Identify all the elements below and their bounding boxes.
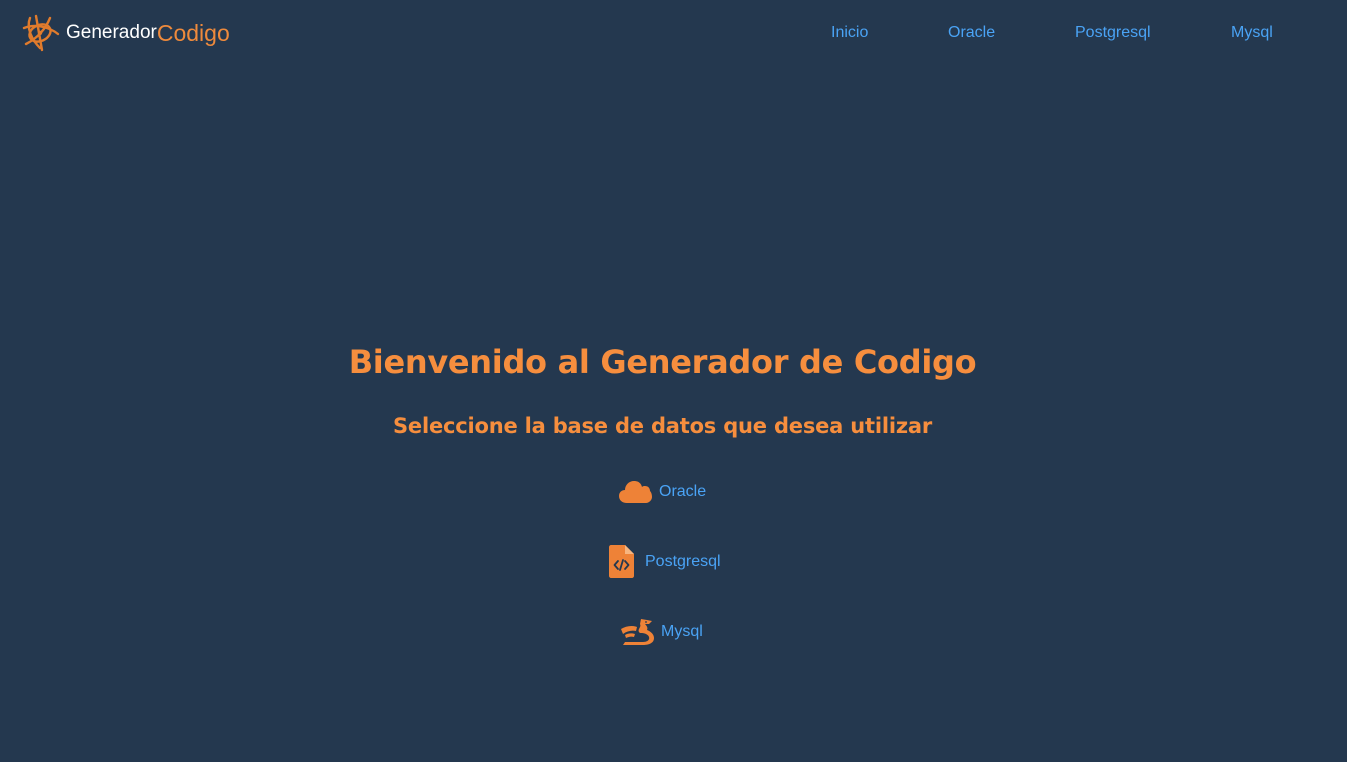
db-option-label: Postgresql xyxy=(645,552,721,570)
nav-link-mysql[interactable]: Mysql xyxy=(1231,24,1273,42)
page-title: Bienvenido al Generador de Codigo xyxy=(348,343,977,381)
cloud-icon xyxy=(619,480,652,504)
db-option-oracle[interactable]: Oracle xyxy=(619,480,706,504)
tangled-star-logo-icon xyxy=(20,14,60,52)
db-option-mysql[interactable]: Mysql xyxy=(621,618,703,646)
db-option-label: Mysql xyxy=(661,623,703,640)
nav-link-oracle[interactable]: Oracle xyxy=(948,24,995,42)
dragon-icon xyxy=(621,618,655,646)
brand-name-part2: Codigo xyxy=(156,20,230,46)
nav-link-postgresql[interactable]: Postgresql xyxy=(1075,24,1151,42)
db-option-postgresql[interactable]: Postgresql xyxy=(609,545,721,578)
brand-home-link[interactable]: Generador Codigo xyxy=(20,14,230,52)
brand-name-part1: Generador xyxy=(66,22,157,43)
db-option-label: Oracle xyxy=(659,483,707,500)
file-code-icon xyxy=(609,545,634,578)
page-subtitle: Seleccione la base de datos que desea ut… xyxy=(392,414,932,438)
navbar: Generador Codigo Inicio Oracle Postgresql… xyxy=(0,0,1347,66)
nav-link-inicio[interactable]: Inicio xyxy=(831,24,868,42)
